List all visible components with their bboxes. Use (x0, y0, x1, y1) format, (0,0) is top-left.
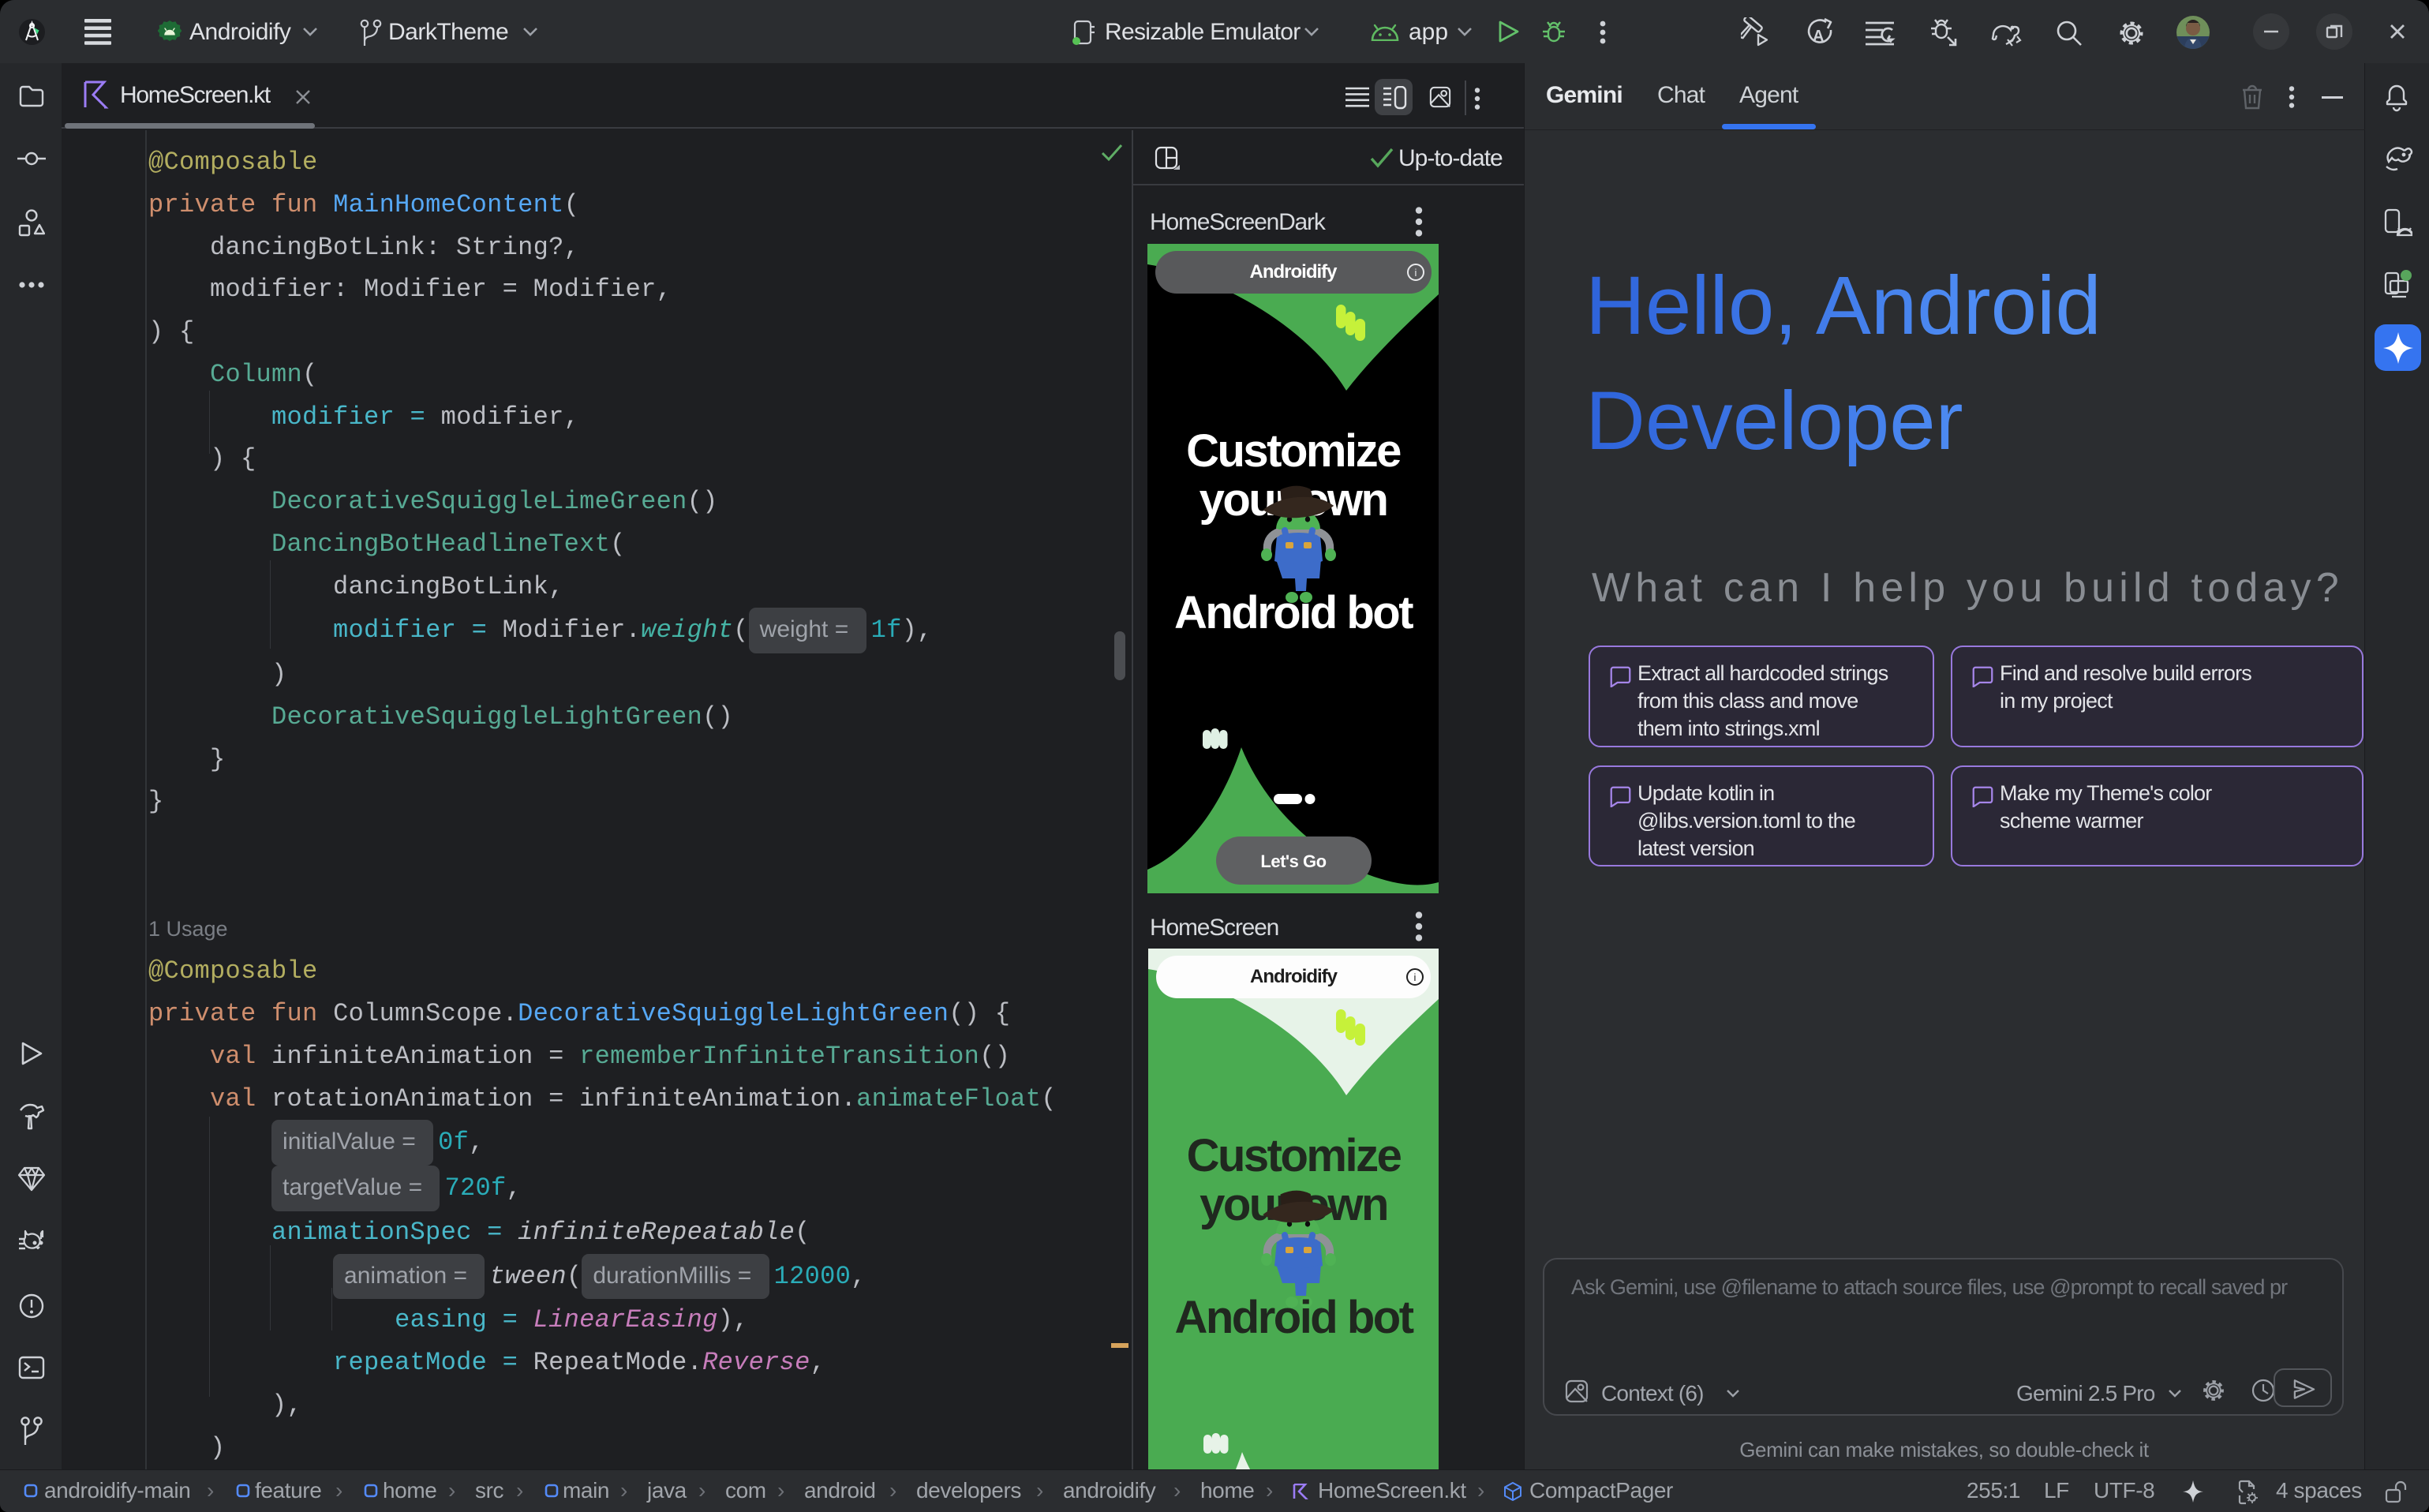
svg-text:Let's Go: Let's Go (1260, 851, 1326, 871)
svg-text:A: A (1813, 28, 1824, 45)
